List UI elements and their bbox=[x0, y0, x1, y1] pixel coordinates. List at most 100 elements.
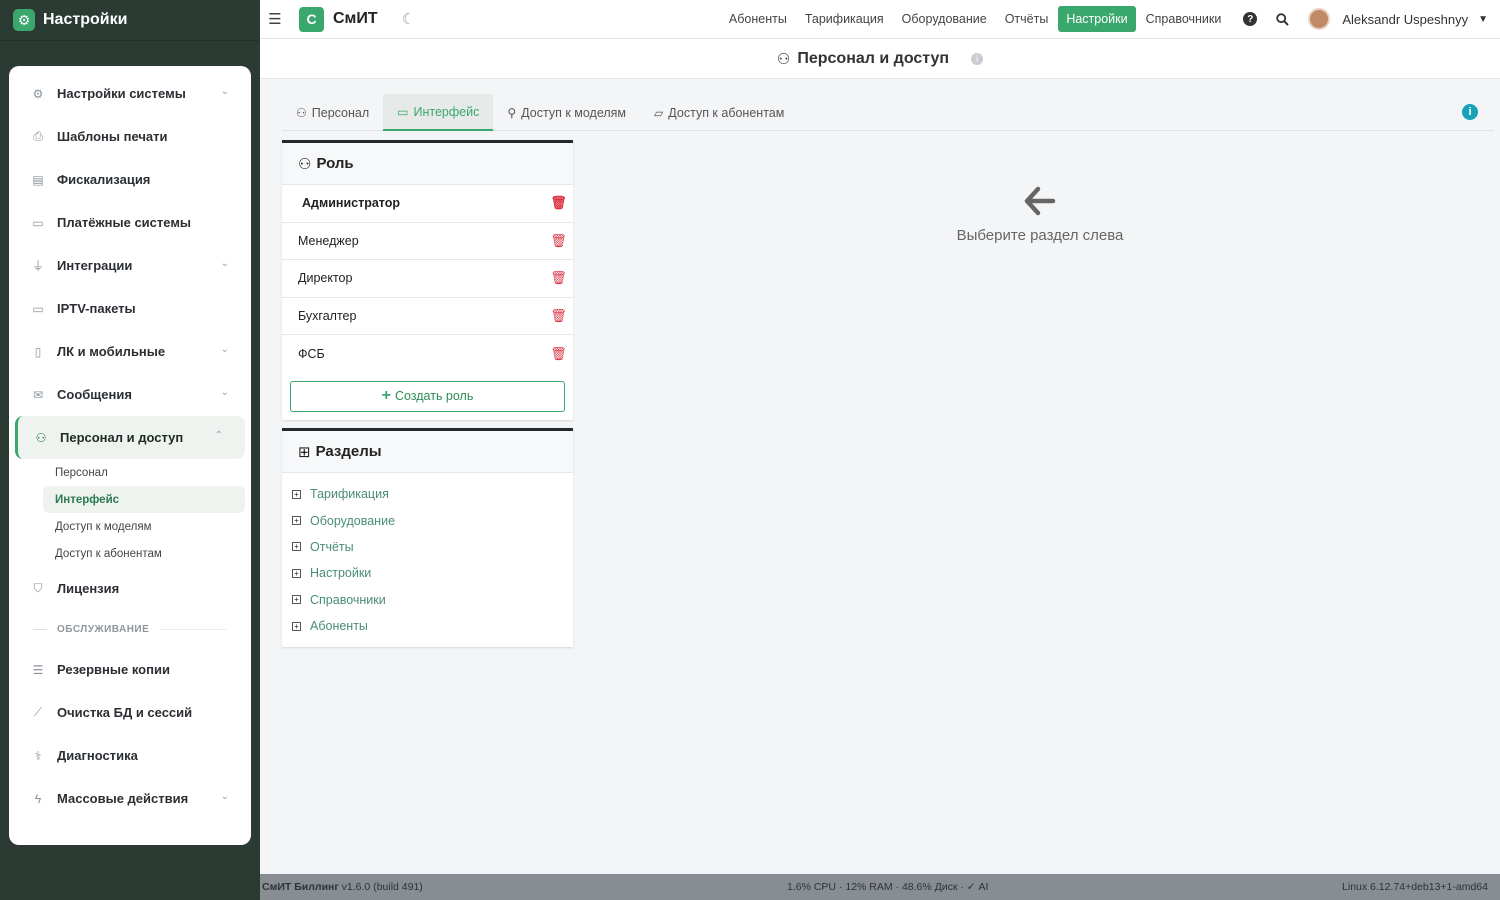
users-cog-icon: ⚇ bbox=[35, 430, 47, 445]
sidebar-item-license[interactable]: ⛉ Лицензия bbox=[9, 567, 251, 610]
chevron-down-icon: ⌄ bbox=[220, 258, 229, 269]
role-row[interactable]: Администратор 🗑 bbox=[282, 185, 573, 223]
role-row[interactable]: Директор 🗑 bbox=[282, 260, 573, 298]
brand-name[interactable]: СмИТ bbox=[333, 10, 378, 28]
tab-model-access[interactable]: ⚲ Доступ к моделям bbox=[493, 94, 640, 131]
role-row[interactable]: Менеджер 🗑 bbox=[282, 223, 573, 260]
create-role-button[interactable]: + Создать роль bbox=[290, 380, 565, 412]
tree-item[interactable]: + Настройки bbox=[292, 560, 573, 586]
sidebar-item-db-cleanup[interactable]: ⟋ Очистка БД и сессий bbox=[9, 691, 251, 734]
sidebar-item-bulk-actions[interactable]: ϟ Массовые действия ⌄ bbox=[9, 777, 251, 820]
page-title: Персонал и доступ bbox=[797, 49, 950, 67]
brand-logo[interactable]: С bbox=[299, 6, 324, 32]
user-name[interactable]: Aleksandr Uspeshnyy bbox=[1342, 12, 1468, 27]
nav-reports[interactable]: Отчёты bbox=[997, 6, 1057, 32]
sidebar-subitem-staff[interactable]: Персонал bbox=[9, 459, 251, 486]
topbar: ☰ С СмИТ ☾ Абоненты Тарификация Оборудов… bbox=[260, 0, 1500, 39]
tab-interface[interactable]: ▭ Интерфейс bbox=[383, 94, 494, 131]
sidebar-item-messages[interactable]: ✉ Сообщения ⌄ bbox=[9, 373, 251, 416]
sidebar-item-backups[interactable]: ☰ Резервные копии bbox=[9, 648, 251, 691]
chevron-down-icon: ⌄ bbox=[220, 791, 229, 802]
sidebar-item-fiscalization[interactable]: ▤ Фискализация bbox=[9, 158, 251, 201]
tree-item[interactable]: + Отчёты bbox=[292, 534, 573, 560]
tree-item[interactable]: + Тарификация bbox=[292, 481, 573, 507]
footer: СмИТ Биллинг v1.6.0 (build 491) 1.6% CPU… bbox=[260, 874, 1500, 900]
sidebar-item-label: Интеграции bbox=[57, 258, 133, 273]
tree-item-label: Оборудование bbox=[310, 513, 396, 528]
desktop-icon: ▭ bbox=[397, 104, 409, 119]
expand-icon[interactable]: + bbox=[292, 621, 301, 631]
expand-icon[interactable]: + bbox=[292, 542, 301, 552]
caret-down-icon[interactable]: ▼ bbox=[1478, 14, 1488, 25]
menu-toggle-icon[interactable]: ☰ bbox=[265, 10, 285, 28]
sidebar: ⚙ Настройки ⚙ Настройки системы ⌄ ⎙ Шабл… bbox=[0, 0, 260, 900]
sidebar-item-iptv[interactable]: ▭ IPTV-пакеты bbox=[9, 287, 251, 330]
sidebar-item-integrations[interactable]: ⏚ Интеграции ⌄ bbox=[9, 244, 251, 287]
sidebar-title: Настройки bbox=[43, 11, 128, 28]
search-icon[interactable] bbox=[1270, 7, 1294, 31]
role-row[interactable]: ФСБ 🗑 bbox=[282, 335, 573, 373]
tree-item-label: Настройки bbox=[310, 566, 372, 581]
role-name: Администратор bbox=[302, 196, 401, 211]
sidebar-item-diagnostics[interactable]: ⚕ Диагностика bbox=[9, 734, 251, 777]
info-icon[interactable]: i bbox=[971, 52, 984, 65]
bolt-icon: ϟ bbox=[34, 791, 42, 806]
moon-icon[interactable]: ☾ bbox=[402, 10, 415, 28]
expand-icon[interactable]: + bbox=[292, 516, 301, 526]
tab-bar: ⚇ Персонал ▭ Интерфейс ⚲ Доступ к моделя… bbox=[282, 94, 1494, 131]
expand-icon[interactable]: + bbox=[292, 489, 301, 499]
chevron-down-icon: ⌄ bbox=[220, 387, 229, 398]
shield-icon: ⛉ bbox=[33, 581, 43, 595]
sidebar-subitem-interface[interactable]: Интерфейс bbox=[43, 486, 245, 513]
plug-icon: ⏚ bbox=[31, 259, 44, 273]
trash-icon[interactable]: 🗑 bbox=[550, 270, 567, 285]
sidebar-subitem-subscriber-access[interactable]: Доступ к абонентам bbox=[9, 540, 251, 567]
role-name: Директор bbox=[298, 271, 353, 286]
trash-icon[interactable]: 🗑 bbox=[550, 346, 567, 361]
roles-card-header: ⚇ Роль bbox=[282, 143, 573, 185]
credit-card-icon: ▭ bbox=[32, 215, 44, 230]
sidebar-item-print-templates[interactable]: ⎙ Шаблоны печати bbox=[9, 115, 251, 158]
expand-icon[interactable]: + bbox=[292, 595, 301, 605]
sidebar-item-label: Шаблоны печати bbox=[57, 129, 168, 144]
sidebar-item-staff-access[interactable]: ⚇ Персонал и доступ ⌃ bbox=[15, 416, 245, 459]
tab-label: Доступ к абонентам bbox=[668, 105, 785, 120]
trash-icon[interactable]: 🗑 bbox=[550, 308, 567, 323]
nav-equipment[interactable]: Оборудование bbox=[894, 6, 995, 32]
sidebar-item-payment-systems[interactable]: ▭ Платёжные системы bbox=[9, 201, 251, 244]
role-name: Бухгалтер bbox=[298, 308, 357, 323]
trash-icon[interactable]: 🗑 bbox=[550, 233, 567, 248]
page-header: ⚇ Персонал и доступ i bbox=[260, 39, 1500, 79]
chevron-up-icon: ⌃ bbox=[214, 430, 223, 441]
user-shield-icon: ⚇ bbox=[298, 155, 312, 173]
gears-icon: ⚙ bbox=[32, 86, 44, 101]
sidebar-item-mobile[interactable]: ▯ ЛК и мобильные ⌄ bbox=[9, 330, 251, 373]
tab-subscriber-access[interactable]: ▱ Доступ к абонентам bbox=[640, 94, 798, 131]
tree-item[interactable]: + Справочники bbox=[292, 587, 573, 613]
tree-item-label: Справочники bbox=[310, 592, 386, 607]
tree-item[interactable]: + Абоненты bbox=[292, 613, 573, 639]
nav-settings[interactable]: Настройки bbox=[1058, 6, 1136, 32]
sidebar-header: ⚙ Настройки bbox=[0, 0, 260, 41]
nav-directories[interactable]: Справочники bbox=[1138, 6, 1230, 32]
tab-label: Персонал bbox=[311, 105, 370, 120]
avatar[interactable] bbox=[1308, 8, 1331, 30]
expand-icon[interactable]: + bbox=[292, 568, 301, 578]
nav-subscribers[interactable]: Абоненты bbox=[721, 6, 795, 32]
help-button[interactable]: ? bbox=[1238, 7, 1262, 31]
info-icon[interactable]: i bbox=[1462, 104, 1478, 120]
trash-icon[interactable]: 🗑 bbox=[550, 195, 567, 210]
sidebar-section-label: ОБСЛУЖИВАНИЕ bbox=[9, 610, 251, 648]
nav-tariffs[interactable]: Тарификация bbox=[797, 6, 892, 32]
role-row[interactable]: Бухгалтер 🗑 bbox=[282, 298, 573, 335]
tv-icon: ▭ bbox=[32, 301, 44, 316]
footer-app-name: СмИТ Биллинг bbox=[262, 881, 339, 893]
tree-item[interactable]: + Оборудование bbox=[292, 507, 573, 533]
sidebar-subitem-model-access[interactable]: Доступ к моделям bbox=[9, 513, 251, 540]
print-icon: ⎙ bbox=[33, 129, 43, 143]
sidebar-item-label: Настройки системы bbox=[57, 86, 186, 101]
tree-item-label: Абоненты bbox=[310, 619, 368, 634]
tab-staff[interactable]: ⚇ Персонал bbox=[282, 94, 383, 131]
footer-version: v1.6.0 (build 491) bbox=[341, 881, 423, 893]
sidebar-item-system-settings[interactable]: ⚙ Настройки системы ⌄ bbox=[9, 72, 251, 115]
